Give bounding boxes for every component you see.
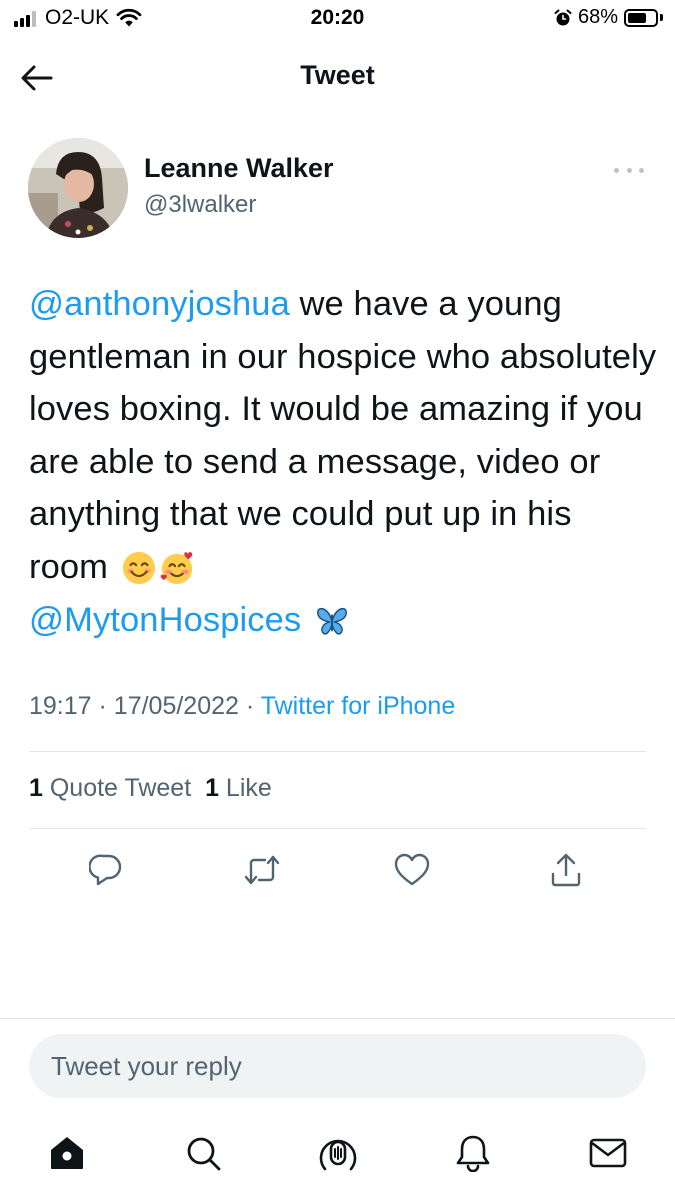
like-label: Like <box>225 774 272 802</box>
spaces-icon <box>319 1139 357 1171</box>
quote-label: Quote Tweet <box>49 774 192 802</box>
smiling-face-with-hearts-icon <box>160 552 192 585</box>
tweet-actions <box>0 850 675 890</box>
mention-link[interactable]: @anthonyjoshua <box>29 285 290 323</box>
like-count: 1 <box>205 774 219 802</box>
tab-search[interactable] <box>180 1130 226 1176</box>
home-icon <box>51 1137 83 1169</box>
reply-icon <box>89 854 122 886</box>
like-button[interactable] <box>392 850 432 890</box>
share-button[interactable] <box>546 850 586 890</box>
author-handle[interactable]: @3lwalker <box>144 191 256 219</box>
tweet-date: 17/05/2022 <box>113 692 239 720</box>
more-options-button[interactable] <box>614 158 644 182</box>
messages-icon <box>589 1138 627 1168</box>
reply-input[interactable] <box>29 1034 646 1098</box>
status-bar: O2-UK 20:20 68% <box>0 0 675 38</box>
mention-link[interactable]: @MytonHospices <box>29 601 301 639</box>
tweet-meta: 19:17 · 17/05/2022 · Twitter for iPhone <box>29 692 455 721</box>
battery-icon <box>624 8 658 27</box>
tab-spaces[interactable] <box>315 1130 361 1176</box>
tweet-body: we have a young gentleman in our hospice… <box>29 285 657 586</box>
dot-icon <box>614 167 619 173</box>
meta-separator: · <box>245 692 255 720</box>
notifications-icon <box>456 1135 490 1172</box>
meta-separator: · <box>98 692 107 720</box>
share-icon <box>551 853 581 887</box>
status-right: 68% <box>554 6 663 29</box>
butterfly-icon <box>317 607 347 635</box>
quote-tweets-link[interactable]: 1 Quote Tweet <box>29 774 191 802</box>
tab-messages[interactable] <box>585 1130 631 1176</box>
retweet-button[interactable] <box>242 850 282 890</box>
divider <box>29 828 646 829</box>
tweet-time: 19:17 <box>29 692 92 720</box>
battery-cap <box>660 14 663 21</box>
divider <box>29 751 646 752</box>
author-name[interactable]: Leanne Walker <box>144 153 334 184</box>
tab-home[interactable] <box>44 1130 90 1176</box>
bottom-tab-bar <box>0 1130 675 1180</box>
avatar-image <box>28 138 128 238</box>
dot-icon <box>626 167 632 173</box>
search-icon <box>187 1137 221 1171</box>
tweet-stats: 1 Quote Tweet 1 Like <box>29 774 272 803</box>
header: Tweet <box>0 50 675 106</box>
avatar[interactable] <box>28 138 128 238</box>
battery-percent: 68% <box>577 6 618 28</box>
reply-button[interactable] <box>86 850 126 890</box>
quote-count: 1 <box>29 774 43 802</box>
likes-link[interactable]: 1 Like <box>205 774 272 802</box>
like-icon <box>394 853 430 886</box>
retweet-icon <box>244 855 280 885</box>
reply-box[interactable] <box>29 1034 646 1098</box>
smiling-face-icon <box>122 551 155 585</box>
divider <box>0 1018 675 1019</box>
tweet-source-link[interactable]: Twitter for iPhone <box>261 692 456 720</box>
battery-level <box>628 12 646 23</box>
page-title: Tweet <box>300 60 375 90</box>
dot-icon <box>639 167 644 173</box>
tab-notifications[interactable] <box>450 1130 496 1176</box>
tweet-text: @anthonyjoshua we have a young gentleman… <box>29 278 659 646</box>
alarm-icon <box>554 9 572 25</box>
